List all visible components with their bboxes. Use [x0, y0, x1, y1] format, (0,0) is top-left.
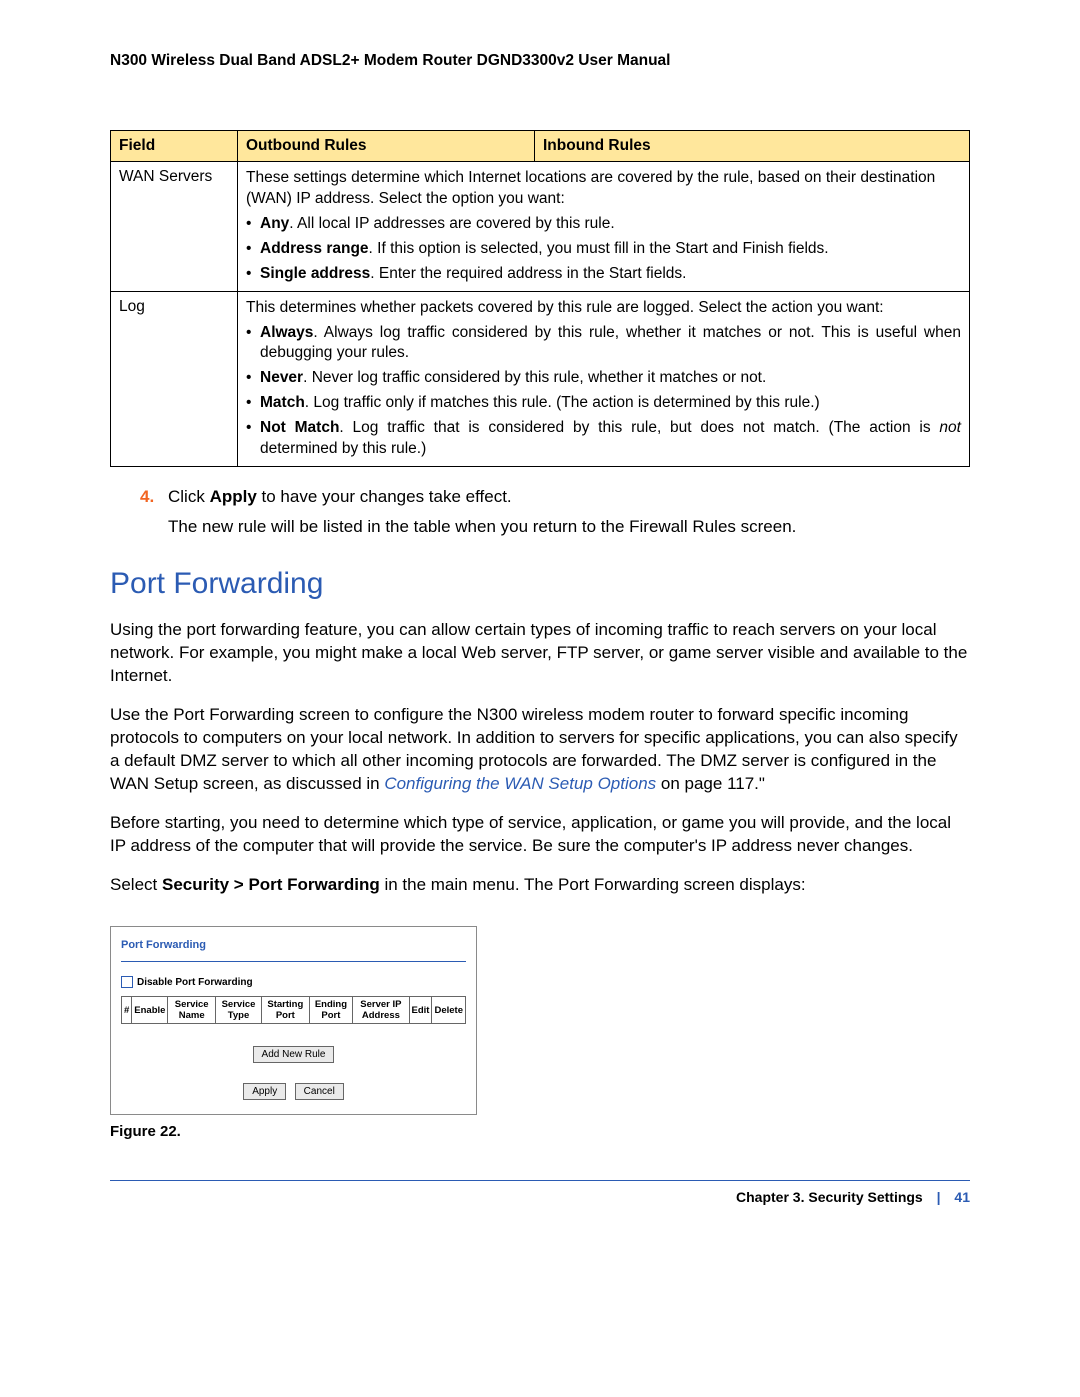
figure-caption: Figure 22. — [110, 1123, 970, 1140]
bullet-text: Single address. Enter the required addre… — [260, 264, 961, 285]
footer-separator: | — [937, 1189, 941, 1205]
ss-th: Server IP Address — [353, 997, 409, 1024]
body-paragraph: Using the port forwarding feature, you c… — [110, 619, 970, 688]
ss-th: Starting Port — [262, 997, 309, 1024]
divider — [121, 961, 466, 962]
apply-button[interactable]: Apply — [243, 1083, 286, 1100]
step-follow: The new rule will be listed in the table… — [168, 517, 970, 537]
ss-th: Enable — [132, 997, 168, 1024]
bullet-text: Always. Always log traffic considered by… — [260, 323, 961, 365]
bullet-icon: • — [246, 214, 260, 235]
ss-th: Service Type — [215, 997, 261, 1024]
checkbox-icon — [121, 976, 133, 988]
th-field: Field — [111, 131, 238, 162]
cancel-button[interactable]: Cancel — [295, 1083, 344, 1100]
section-heading: Port Forwarding — [110, 567, 970, 601]
bullet-text: Never. Never log traffic considered by t… — [260, 368, 961, 389]
bullet-text: Match. Log traffic only if matches this … — [260, 393, 961, 414]
step-4: 4. Click Apply to have your changes take… — [140, 487, 970, 507]
checkbox-label: Disable Port Forwarding — [137, 977, 253, 988]
row-intro: These settings determine which Internet … — [246, 169, 935, 207]
bullet-text: Address range. If this option is selecte… — [260, 239, 961, 260]
cell-field: WAN Servers — [111, 162, 238, 292]
rules-table: Field Outbound Rules Inbound Rules WAN S… — [110, 130, 970, 467]
page-number: 41 — [954, 1189, 970, 1205]
cell-desc: This determines whether packets covered … — [238, 291, 970, 466]
th-inbound: Inbound Rules — [535, 131, 970, 162]
bullet-icon: • — [246, 323, 260, 365]
page-footer: Chapter 3. Security Settings | 41 — [110, 1181, 970, 1235]
step-text: Click Apply to have your changes take ef… — [168, 487, 970, 507]
document-title: N300 Wireless Dual Band ADSL2+ Modem Rou… — [110, 52, 970, 70]
chapter-label: Chapter 3. Security Settings — [736, 1189, 923, 1205]
bullet-icon: • — [246, 368, 260, 389]
step-number: 4. — [140, 487, 168, 507]
table-row: WAN Servers These settings determine whi… — [111, 162, 970, 292]
ss-th: Delete — [432, 997, 466, 1024]
port-forwarding-table: # Enable Service Name Service Type Start… — [121, 996, 466, 1024]
cross-reference-link[interactable]: Configuring the WAN Setup Options — [384, 774, 656, 793]
disable-port-forwarding-checkbox[interactable]: Disable Port Forwarding — [121, 976, 466, 988]
bullet-icon: • — [246, 393, 260, 414]
th-outbound: Outbound Rules — [238, 131, 535, 162]
ss-th: Edit — [409, 997, 432, 1024]
table-row: Log This determines whether packets cove… — [111, 291, 970, 466]
bullet-text: Any. All local IP addresses are covered … — [260, 214, 961, 235]
body-paragraph: Before starting, you need to determine w… — [110, 812, 970, 858]
cell-field: Log — [111, 291, 238, 466]
ss-title: Port Forwarding — [121, 939, 466, 951]
body-paragraph: Select Security > Port Forwarding in the… — [110, 874, 970, 897]
cell-desc: These settings determine which Internet … — [238, 162, 970, 292]
bullet-icon: • — [246, 418, 260, 460]
ss-th: # — [122, 997, 132, 1024]
row-intro: This determines whether packets covered … — [246, 299, 884, 316]
bullet-text: Not Match. Log traffic that is considere… — [260, 418, 961, 460]
ss-th: Ending Port — [309, 997, 353, 1024]
add-new-rule-button[interactable]: Add New Rule — [253, 1046, 335, 1063]
ss-th: Service Name — [168, 997, 215, 1024]
body-paragraph: Use the Port Forwarding screen to config… — [110, 704, 970, 796]
bullet-icon: • — [246, 239, 260, 260]
port-forwarding-screenshot: Port Forwarding Disable Port Forwarding … — [110, 926, 477, 1115]
bullet-icon: • — [246, 264, 260, 285]
